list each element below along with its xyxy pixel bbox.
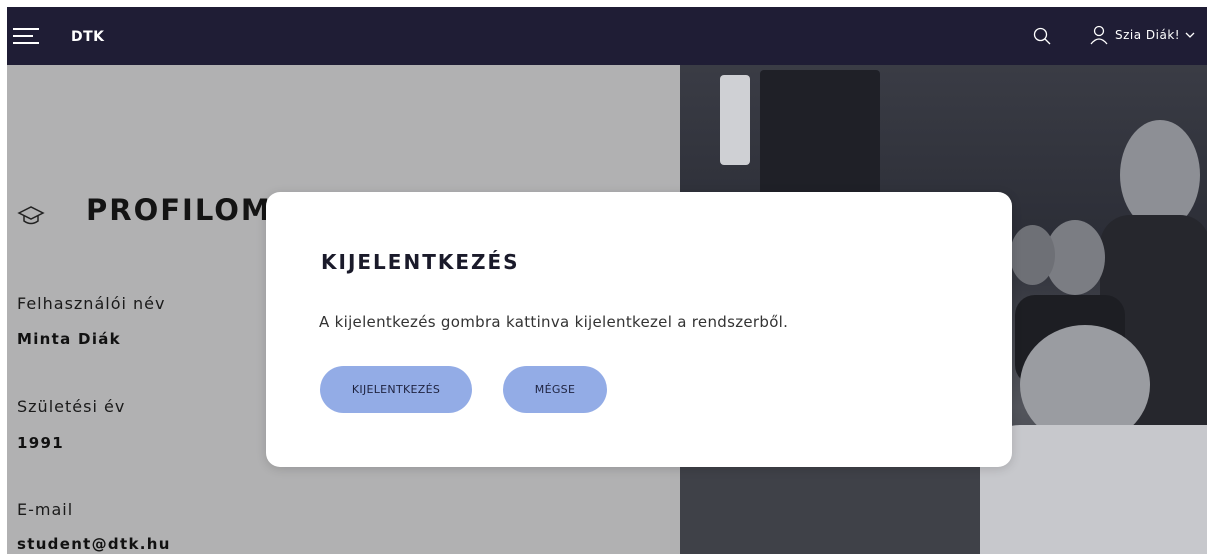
logout-dialog: KIJELENTKEZÉS A kijelentkezés gombra kat… bbox=[266, 192, 1012, 467]
dialog-title: KIJELENTKEZÉS bbox=[321, 250, 520, 274]
logout-button[interactable]: KIJELENTKEZÉS bbox=[320, 366, 472, 413]
dialog-message: A kijelentkezés gombra kattinva kijelent… bbox=[319, 313, 789, 331]
modal-overlay: KIJELENTKEZÉS A kijelentkezés gombra kat… bbox=[0, 0, 1207, 554]
cancel-button[interactable]: MÉGSE bbox=[503, 366, 607, 413]
